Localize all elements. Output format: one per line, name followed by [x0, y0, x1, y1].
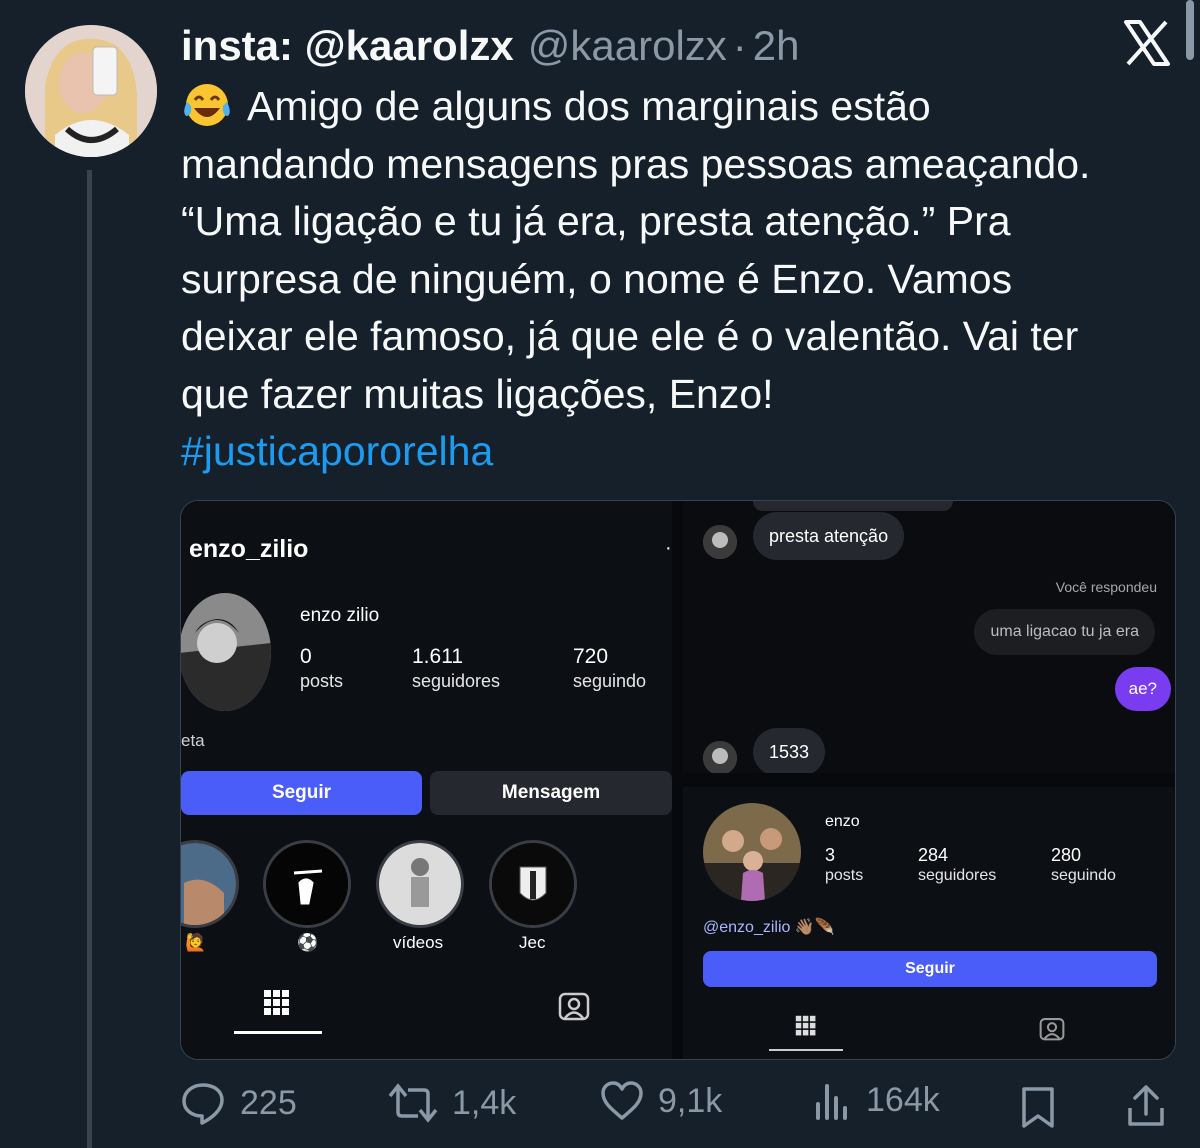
quoted-message: uma ligacao tu ja era — [974, 609, 1155, 655]
heart-icon — [601, 1081, 643, 1120]
story-highlight[interactable] — [263, 840, 351, 928]
repost-icon — [388, 1083, 438, 1123]
author-name[interactable]: insta: @kaarolzx — [181, 22, 514, 70]
dm-conversation-screenshot: presta atenção Você respondeu uma ligaca… — [683, 501, 1175, 773]
reply-icon — [182, 1083, 224, 1125]
tweet-header: insta: @kaarolzx @kaarolzx · 2h — [181, 22, 800, 70]
chat-avatar — [703, 741, 737, 773]
tweet-media-image[interactable]: enzo_zilio · enzo zilio 0 posts 1.611 se… — [180, 500, 1176, 1060]
tweet-line: mandando mensagens pras pessoas ameaçand… — [181, 140, 1091, 187]
tweet-line: Amigo de alguns dos marginais estão — [181, 78, 1181, 136]
chat-avatar — [703, 525, 737, 559]
tagged-photos-icon[interactable] — [1039, 1015, 1065, 1041]
ig-display-name: enzo zilio — [300, 605, 380, 626]
like-button[interactable]: 9,1k — [600, 1080, 722, 1122]
chat-bubble-sent: ae? — [1114, 667, 1171, 711]
story-highlight[interactable] — [376, 840, 464, 928]
chat-bubble-received: presta atenção — [753, 512, 905, 560]
story-highlight[interactable] — [181, 840, 239, 928]
separator-dot: · — [732, 22, 747, 69]
bookmark-icon[interactable] — [1020, 1086, 1056, 1130]
reply-count: 225 — [240, 1083, 297, 1122]
stat-posts-value: 0 — [300, 645, 312, 668]
scrollbar[interactable] — [1186, 0, 1194, 60]
stat-following-label: seguindo — [573, 671, 647, 691]
tweet-action-bar: 225 1,4k 9,1k 164k — [180, 1080, 1180, 1136]
stat-following-value: 280 — [1051, 845, 1082, 865]
x-logo-icon[interactable] — [1122, 18, 1172, 68]
bio-text: eta — [181, 731, 205, 750]
stat-followers-value: 1.611 — [412, 645, 463, 668]
chat-bubble-received: 1533 — [753, 728, 826, 773]
views-chart-icon — [816, 1084, 847, 1120]
tweet-line: que fazer muitas ligações, Enzo! — [181, 370, 774, 417]
views-button[interactable]: 164k — [812, 1080, 940, 1120]
views-count: 164k — [866, 1080, 940, 1119]
more-dot-icon: · — [665, 537, 672, 559]
repost-button[interactable]: 1,4k — [388, 1080, 516, 1126]
tagged-photos-icon[interactable] — [558, 989, 590, 1021]
tweet-timestamp[interactable]: 2h — [753, 22, 800, 70]
bio-emoji: 👋🏽🪶 — [794, 919, 835, 936]
stat-posts-value: 3 — [825, 845, 836, 865]
instagram-profile-screenshot: enzo 3 posts 284 seguidores 280 seguindo… — [683, 787, 1175, 1059]
profile-photo — [703, 803, 801, 901]
like-count: 9,1k — [658, 1081, 723, 1120]
grid-icon[interactable] — [795, 1015, 817, 1037]
stat-posts-label: posts — [300, 671, 344, 691]
stat-followers-label: seguidores — [412, 671, 501, 691]
tweet-line-text: Amigo de alguns dos marginais estão — [247, 83, 931, 129]
highlight-label: Jec — [519, 933, 546, 952]
stat-followers-label: seguidores — [918, 867, 997, 884]
tweet-text: Amigo de alguns dos marginais estão mand… — [181, 78, 1181, 481]
bio-mention-link[interactable]: @enzo_zilio — [703, 919, 790, 936]
active-tab-indicator — [769, 1049, 843, 1051]
follow-button[interactable]: Seguir — [703, 951, 1157, 987]
laughing-tears-emoji-icon — [184, 84, 230, 126]
chat-bubble-partial — [753, 501, 953, 511]
ig-display-name: enzo — [825, 813, 860, 830]
reply-context-label: Você respondeu — [1055, 579, 1157, 595]
author-handle[interactable]: @kaarolzx — [528, 22, 727, 70]
stat-following-label: seguindo — [1051, 867, 1116, 884]
instagram-profile-screenshot: enzo_zilio · enzo zilio 0 posts 1.611 se… — [181, 501, 672, 1059]
follow-button[interactable]: Seguir — [181, 771, 422, 815]
stat-following-value: 720 — [573, 645, 609, 668]
stat-posts-label: posts — [825, 867, 864, 884]
highlight-label: 🙋 — [185, 933, 207, 952]
grid-icon[interactable] — [263, 989, 291, 1017]
repost-count: 1,4k — [452, 1083, 517, 1122]
tweet-line: surpresa de ninguém, o nome é Enzo. Vamo… — [181, 255, 1013, 302]
thread-line — [87, 170, 92, 1148]
reply-button[interactable]: 225 — [180, 1080, 297, 1126]
ig-username: enzo_zilio — [189, 535, 309, 563]
stat-followers-value: 284 — [918, 845, 949, 865]
highlight-label: vídeos — [393, 933, 444, 952]
message-button[interactable]: Mensagem — [430, 771, 672, 815]
story-highlight[interactable] — [489, 840, 577, 928]
share-icon[interactable] — [1126, 1084, 1166, 1128]
tweet-line: “Uma ligação e tu já era, presta atenção… — [181, 198, 1011, 244]
author-avatar[interactable] — [25, 25, 157, 157]
tweet-line: deixar ele famoso, já que ele é o valent… — [181, 313, 1079, 359]
bio-line: @enzo_zilio 👋🏽🪶 — [703, 917, 835, 937]
highlight-label: ⚽ — [297, 933, 319, 952]
profile-photo — [181, 593, 271, 711]
active-tab-indicator — [234, 1031, 322, 1034]
hashtag-link[interactable]: #justicapororelha — [181, 428, 493, 474]
